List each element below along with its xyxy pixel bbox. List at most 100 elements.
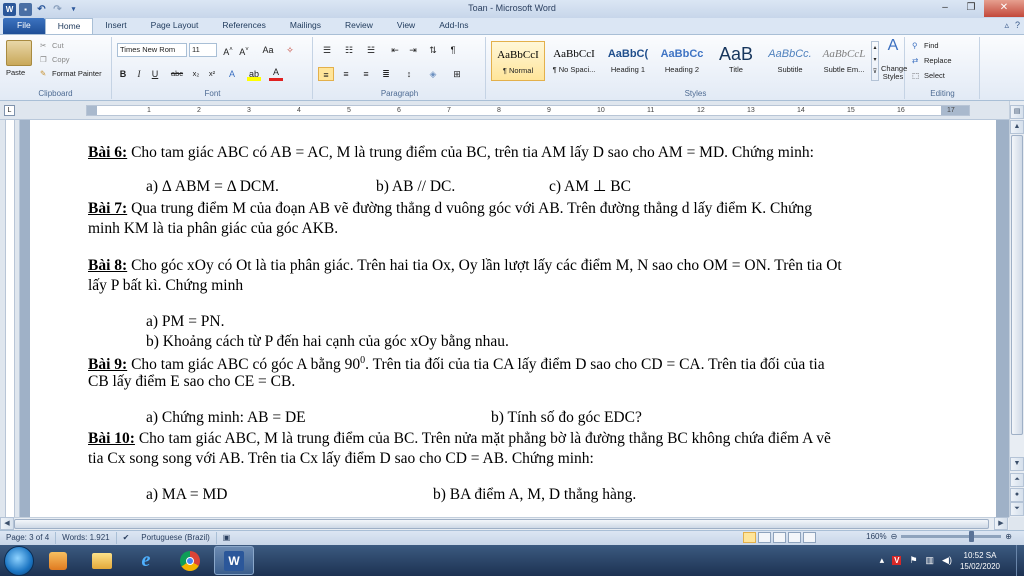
web-layout-icon[interactable] — [773, 532, 786, 543]
internet-explorer-icon[interactable]: e — [126, 546, 166, 575]
style-no-spacing[interactable]: AaBbCcI ¶ No Spaci... — [547, 41, 601, 81]
font-size-select[interactable]: 11 — [189, 43, 217, 57]
minimize-button[interactable]: – — [932, 0, 958, 17]
tab-view[interactable]: View — [385, 18, 427, 34]
browse-object-icon[interactable]: ● — [1010, 488, 1024, 502]
horizontal-ruler[interactable]: L 1 2 3 4 5 6 7 8 9 10 11 12 13 14 15 16 17 — [0, 101, 1024, 120]
next-page-icon[interactable]: ⏷ — [1010, 502, 1024, 516]
zoom-out-icon[interactable]: ⊖ — [891, 532, 898, 541]
horizontal-scrollbar[interactable]: ◀ ▶ — [0, 517, 1009, 530]
line-spacing-icon[interactable]: ↕ — [400, 67, 418, 81]
align-left-icon[interactable]: ≡ — [318, 67, 334, 81]
undo-icon[interactable]: ↶ — [35, 3, 48, 16]
subscript-icon[interactable]: x₂ — [189, 67, 203, 81]
select-button[interactable]: Select — [924, 71, 945, 80]
print-layout-view-icon[interactable] — [743, 532, 756, 543]
scroll-left-icon[interactable]: ◀ — [0, 517, 14, 530]
horizontal-scroll-thumb[interactable] — [14, 519, 989, 529]
ruler-toggle-icon[interactable]: ▤ — [1010, 105, 1024, 119]
tab-insert[interactable]: Insert — [93, 18, 138, 34]
show-hidden-icons-icon[interactable]: ▴ — [880, 555, 885, 566]
change-case-icon[interactable]: Aa — [259, 43, 277, 57]
sort-icon[interactable]: ⇅ — [426, 43, 440, 57]
antivirus-icon[interactable]: V — [892, 556, 902, 565]
full-screen-reading-icon[interactable] — [758, 532, 771, 543]
align-center-icon[interactable]: ≡ — [338, 67, 354, 81]
document-page[interactable]: Bài 6: Cho tam giác ABC có AB = AC, M là… — [30, 120, 996, 517]
shrink-font-icon[interactable]: A˅ — [237, 43, 251, 57]
italic-icon[interactable]: I — [133, 67, 145, 81]
draft-view-icon[interactable] — [803, 532, 816, 543]
highlight-icon[interactable]: ab — [247, 67, 261, 81]
show-desktop-button[interactable] — [1016, 545, 1024, 576]
tab-home[interactable]: Home — [44, 18, 94, 34]
volume-icon[interactable]: ◀) — [942, 555, 952, 566]
paste-button[interactable]: Paste — [6, 68, 25, 77]
tab-references[interactable]: References — [210, 18, 277, 34]
zoom-level[interactable]: 160% — [866, 532, 886, 541]
multilevel-list-icon[interactable]: ☱ — [362, 43, 380, 57]
word-app-icon[interactable]: W — [3, 2, 16, 16]
style-heading-1[interactable]: AaBbC( Heading 1 — [601, 41, 655, 81]
maximize-button[interactable]: ❐ — [958, 0, 984, 17]
clear-formatting-icon[interactable]: ✧ — [283, 43, 297, 57]
vertical-scrollbar[interactable]: ▤ ▲ ▼ ⏶ ● ⏷ — [1009, 101, 1024, 517]
copy-button[interactable]: Copy — [52, 55, 70, 64]
tab-mailings[interactable]: Mailings — [278, 18, 333, 34]
language[interactable]: Portuguese (Brazil) — [135, 532, 217, 544]
style-normal[interactable]: AaBbCcI ¶ Normal — [491, 41, 545, 81]
cut-button[interactable]: Cut — [52, 41, 64, 50]
style-heading-2[interactable]: AaBbCc Heading 2 — [655, 41, 709, 81]
bullets-icon[interactable]: ☰ — [318, 43, 336, 57]
change-styles-button[interactable]: Change Styles — [881, 65, 907, 81]
borders-icon[interactable]: ⊞ — [448, 67, 466, 81]
close-button[interactable]: ✕ — [984, 0, 1024, 17]
chrome-icon[interactable] — [170, 546, 210, 575]
previous-page-icon[interactable]: ⏶ — [1010, 473, 1024, 487]
underline-icon[interactable]: U — [149, 67, 161, 81]
scroll-down-icon[interactable]: ▼ — [1010, 457, 1024, 471]
page-count[interactable]: Page: 3 of 4 — [0, 532, 57, 544]
shading-icon[interactable]: ◈ — [424, 67, 442, 81]
clock[interactable]: 10:52 SA 15/02/2020 — [960, 550, 1000, 572]
styles-scroll-icon[interactable]: ▴ ▾ ⊽ — [871, 41, 879, 81]
increase-indent-icon[interactable]: ⇥ — [406, 43, 420, 57]
flag-icon[interactable]: ⚑ — [909, 555, 917, 566]
zoom-in-icon[interactable]: ⊕ — [1005, 532, 1012, 541]
word-count[interactable]: Words: 1.921 — [56, 532, 117, 544]
zoom-slider[interactable] — [901, 531, 1002, 542]
grow-font-icon[interactable]: A˄ — [221, 43, 235, 57]
numbering-icon[interactable]: ☷ — [340, 43, 358, 57]
text-effects-icon[interactable]: A — [225, 67, 239, 81]
redo-icon[interactable]: ↷ — [51, 3, 64, 16]
tab-page-layout[interactable]: Page Layout — [139, 18, 211, 34]
format-painter-button[interactable]: Format Painter — [52, 69, 102, 78]
minimize-ribbon-icon[interactable]: ▵ — [1004, 20, 1009, 31]
tab-add-ins[interactable]: Add-Ins — [427, 18, 480, 34]
tab-file[interactable]: File — [3, 18, 45, 34]
help-icon[interactable]: ? — [1015, 20, 1020, 31]
find-button[interactable]: Find — [924, 41, 939, 50]
tab-review[interactable]: Review — [333, 18, 385, 34]
replace-button[interactable]: Replace — [924, 56, 952, 65]
style-subtle-emphasis[interactable]: AaBbCcL Subtle Em... — [817, 41, 871, 81]
file-explorer-icon[interactable] — [82, 546, 122, 575]
justify-icon[interactable]: ≣ — [378, 67, 394, 81]
outline-view-icon[interactable] — [788, 532, 801, 543]
vertical-ruler[interactable] — [0, 120, 20, 517]
customize-qat-icon[interactable]: ▾ — [67, 3, 80, 16]
start-button[interactable] — [4, 545, 34, 576]
scroll-up-icon[interactable]: ▲ — [1010, 120, 1024, 134]
word-taskbar-icon[interactable]: W — [214, 546, 254, 575]
style-title[interactable]: AaB Title — [709, 41, 763, 81]
align-right-icon[interactable]: ≡ — [358, 67, 374, 81]
bold-icon[interactable]: B — [117, 67, 129, 81]
decrease-indent-icon[interactable]: ⇤ — [388, 43, 402, 57]
show-formatting-icon[interactable]: ¶ — [446, 43, 460, 57]
network-icon[interactable]: ▥ — [926, 555, 935, 566]
scroll-right-icon[interactable]: ▶ — [994, 517, 1008, 530]
tab-selector-icon[interactable]: L — [4, 105, 15, 116]
media-player-icon[interactable] — [38, 546, 78, 575]
macro-icon[interactable]: ▣ — [217, 532, 237, 544]
scroll-thumb[interactable] — [1011, 135, 1023, 435]
